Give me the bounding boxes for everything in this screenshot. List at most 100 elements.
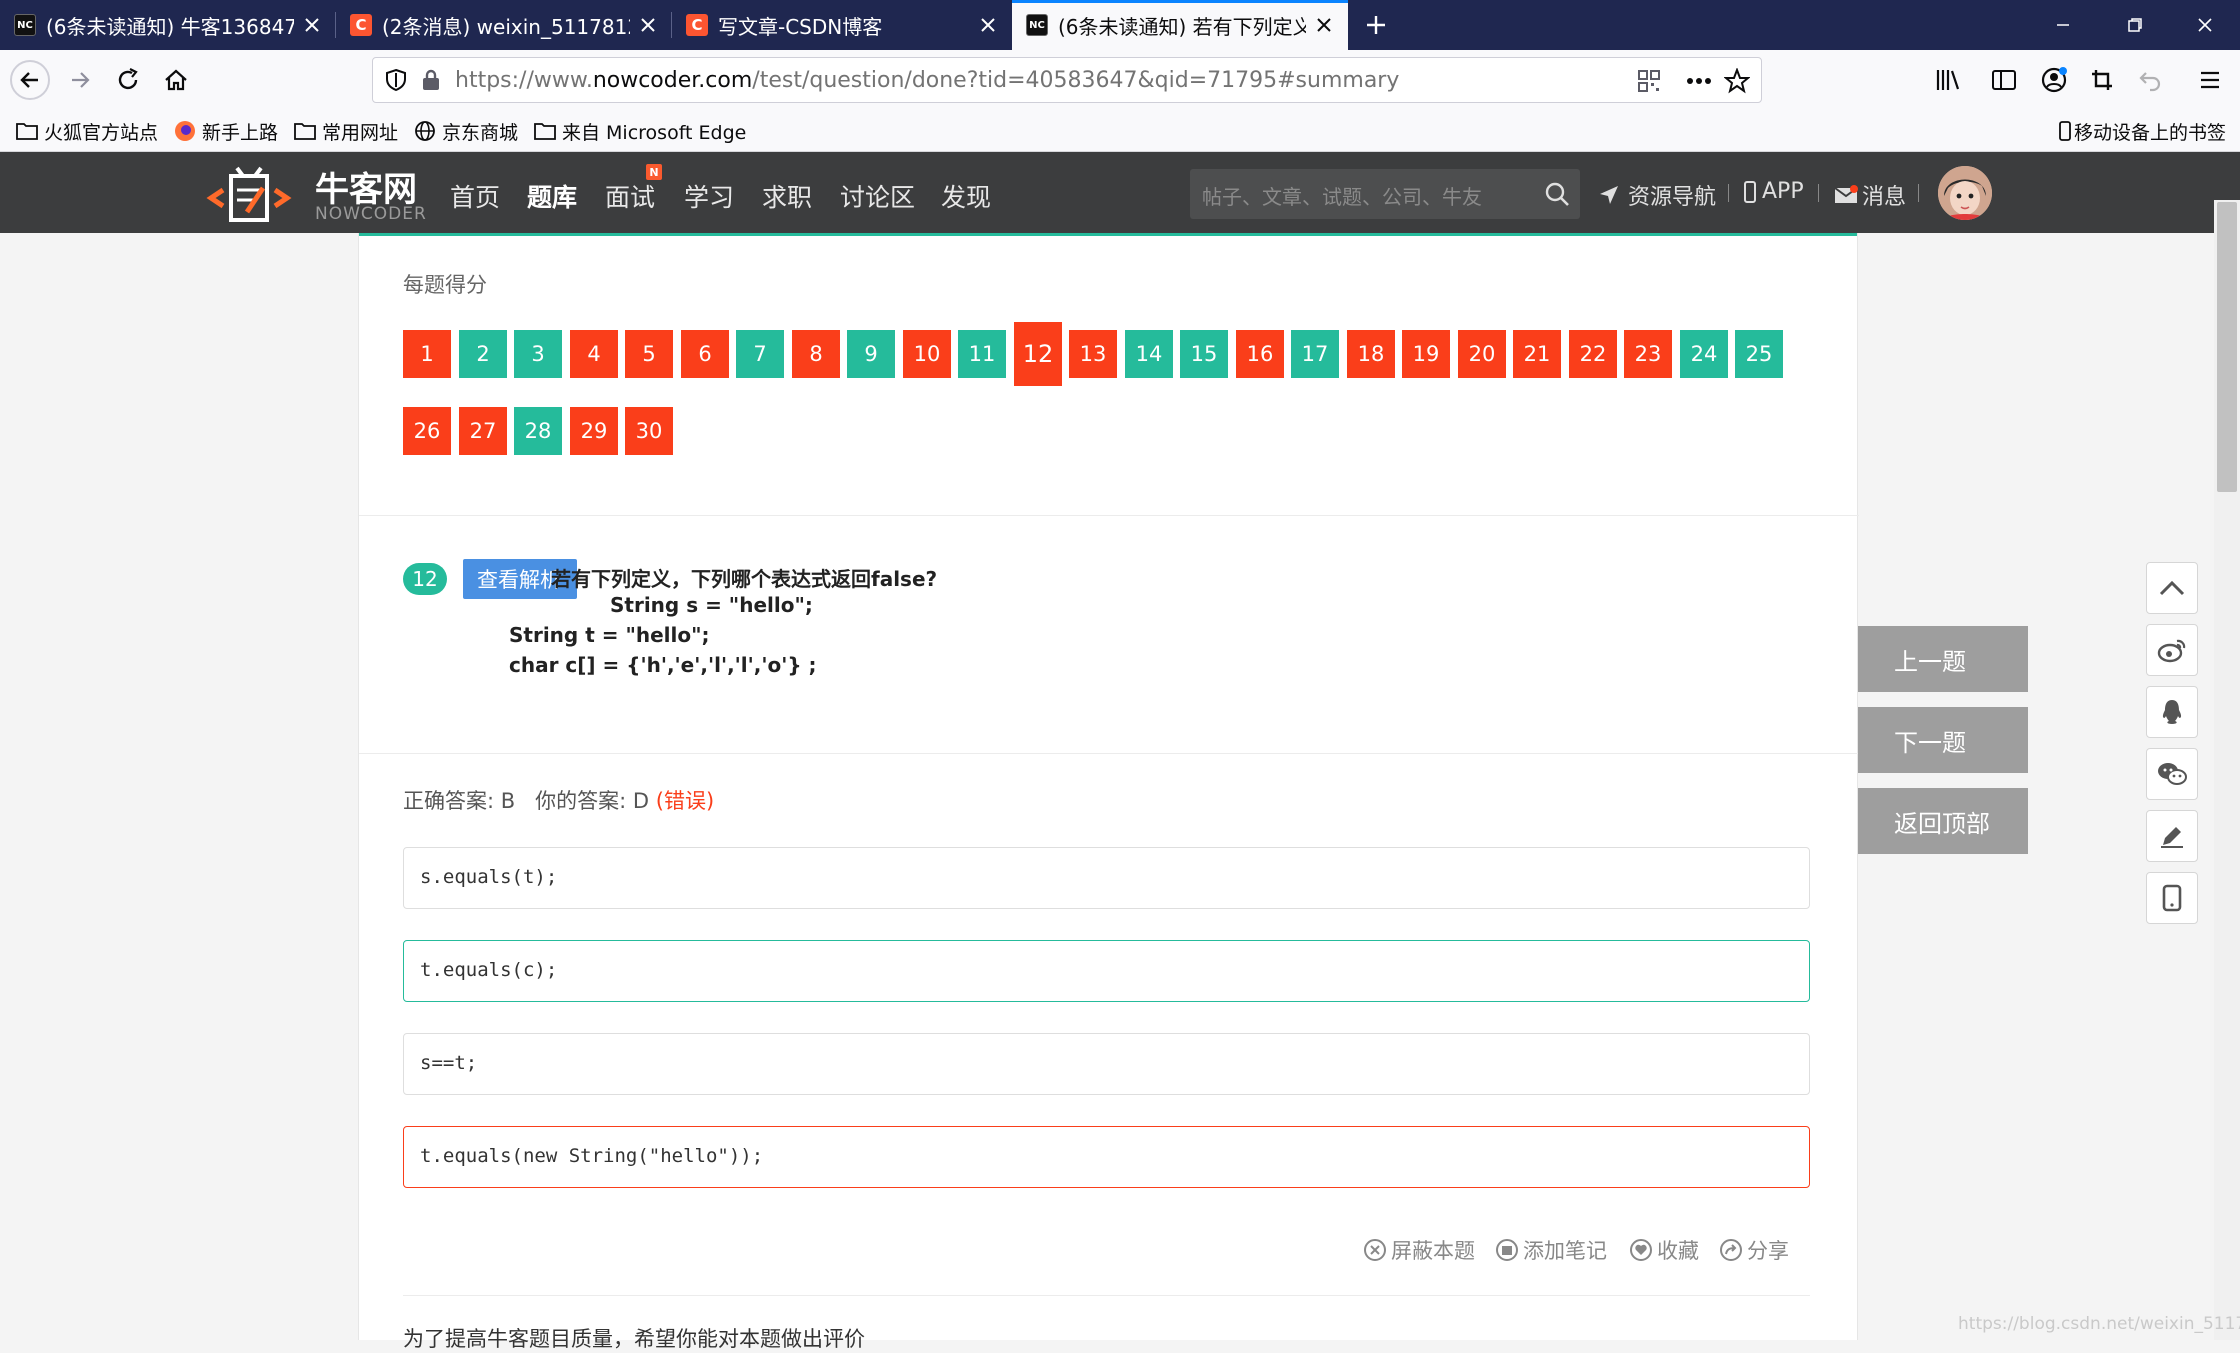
option-b[interactable]: t.equals(c);	[403, 940, 1810, 1002]
browser-tab-2[interactable]: C (2条消息) weixin_51178129的	[336, 0, 672, 50]
messages-link[interactable]: 消息	[1834, 179, 1906, 211]
qr-code-icon[interactable]	[1635, 67, 1663, 95]
question-score-item[interactable]: 13	[1069, 330, 1117, 378]
block-question-button[interactable]: 屏蔽本题	[1363, 1235, 1475, 1265]
question-score-item[interactable]: 25	[1735, 330, 1783, 378]
mobile-bookmarks[interactable]: 移动设备上的书签	[2058, 116, 2226, 146]
weibo-share-tool[interactable]	[2146, 624, 2198, 676]
window-close-icon[interactable]	[2170, 0, 2240, 50]
question-score-item[interactable]: 8	[792, 330, 840, 378]
reload-button[interactable]	[108, 60, 148, 100]
shield-icon[interactable]	[385, 68, 407, 92]
bookmark-item[interactable]: 新手上路	[174, 116, 278, 146]
account-icon[interactable]	[2034, 60, 2074, 100]
new-tab-button[interactable]	[1356, 5, 1396, 45]
close-icon[interactable]	[630, 7, 666, 43]
question-score-item[interactable]: 5	[625, 330, 673, 378]
sidebar-icon[interactable]	[1984, 60, 2024, 100]
share-button[interactable]: 分享	[1719, 1235, 1789, 1265]
question-score-item[interactable]: 6	[681, 330, 729, 378]
nowcoder-logo[interactable]: 牛客网 NOWCODER	[205, 160, 435, 226]
question-score-item[interactable]: 28	[514, 407, 562, 455]
bookmark-item[interactable]: 来自 Microsoft Edge	[534, 116, 746, 146]
minimize-icon[interactable]	[2028, 0, 2098, 50]
back-to-top-button[interactable]: 返回顶部	[1858, 788, 2028, 854]
feedback-tool[interactable]	[2146, 810, 2198, 862]
resources-link[interactable]: 资源导航	[1598, 179, 1716, 211]
search-icon[interactable]	[1544, 181, 1570, 207]
nav-home[interactable]: 首页	[450, 178, 500, 214]
question-score-item[interactable]: 14	[1125, 330, 1173, 378]
option-d[interactable]: t.equals(new String("hello"));	[403, 1126, 1810, 1188]
question-score-item[interactable]: 21	[1513, 330, 1561, 378]
close-icon[interactable]	[294, 7, 330, 43]
nav-discover[interactable]: 发现	[941, 178, 991, 214]
question-score-item[interactable]: 11	[958, 330, 1006, 378]
bookmark-star-icon[interactable]	[1723, 67, 1751, 95]
qq-share-tool[interactable]	[2146, 686, 2198, 738]
question-score-item[interactable]: 22	[1569, 330, 1617, 378]
nav-jobs[interactable]: 求职	[762, 178, 812, 214]
favorite-button[interactable]: 收藏	[1629, 1235, 1699, 1265]
phone-icon	[1744, 180, 1756, 203]
menu-icon[interactable]	[2190, 60, 2230, 100]
question-score-item[interactable]: 29	[570, 407, 618, 455]
scroll-top-tool[interactable]	[2146, 562, 2198, 614]
browser-tab-1[interactable]: NC (6条未读通知) 牛客13684798	[0, 0, 336, 50]
question-score-item[interactable]: 15	[1180, 330, 1228, 378]
question-score-item[interactable]: 7	[736, 330, 784, 378]
option-c[interactable]: s==t;	[403, 1033, 1810, 1095]
nav-study[interactable]: 学习	[684, 178, 734, 214]
site-search[interactable]: 帖子、文章、试题、公司、牛友	[1190, 169, 1580, 219]
nav-interview[interactable]: 面试	[605, 178, 655, 214]
screenshot-icon[interactable]	[2082, 60, 2122, 100]
home-button[interactable]	[156, 60, 196, 100]
browser-tab-4-active[interactable]: NC (6条未读通知) 若有下列定义，	[1012, 0, 1348, 50]
bookmark-item[interactable]: 火狐官方站点	[16, 116, 158, 146]
question-score-item[interactable]: 9	[847, 330, 895, 378]
question-score-item[interactable]: 16	[1236, 330, 1284, 378]
lock-icon[interactable]	[421, 68, 441, 92]
question-score-item[interactable]: 23	[1624, 330, 1672, 378]
question-score-item[interactable]: 24	[1680, 330, 1728, 378]
nav-forum[interactable]: 讨论区	[840, 178, 915, 214]
add-note-button[interactable]: 添加笔记	[1495, 1235, 1607, 1265]
back-button[interactable]	[10, 60, 50, 100]
question-score-item[interactable]: 20	[1458, 330, 1506, 378]
address-bar[interactable]: https://www.nowcoder.com/test/question/d…	[372, 57, 1762, 103]
option-a[interactable]: s.equals(t);	[403, 847, 1810, 909]
question-score-item[interactable]: 4	[570, 330, 618, 378]
app-link[interactable]: APP	[1744, 179, 1804, 204]
question-score-item[interactable]: 30	[625, 407, 673, 455]
mobile-app-tool[interactable]	[2146, 872, 2198, 924]
question-score-item[interactable]: 2	[459, 330, 507, 378]
next-question-button[interactable]: 下一题	[1858, 707, 2028, 773]
forward-button[interactable]	[60, 60, 100, 100]
wechat-share-tool[interactable]	[2146, 748, 2198, 800]
search-input[interactable]: 帖子、文章、试题、公司、牛友	[1202, 181, 1482, 210]
question-score-item[interactable]: 10	[903, 330, 951, 378]
question-score-current[interactable]: 12	[1014, 322, 1062, 386]
browser-tab-3[interactable]: C 写文章-CSDN博客	[672, 0, 1012, 50]
restore-icon[interactable]	[2100, 0, 2170, 50]
nav-question-bank[interactable]: 题库	[527, 178, 577, 214]
csdn-icon: C	[686, 14, 708, 36]
close-icon[interactable]	[1306, 7, 1342, 43]
bookmark-item[interactable]: 常用网址	[294, 116, 398, 146]
question-score-item[interactable]: 18	[1347, 330, 1395, 378]
question-score-item[interactable]: 19	[1402, 330, 1450, 378]
bookmark-item[interactable]: 京东商城	[414, 116, 518, 146]
user-avatar[interactable]	[1938, 166, 1992, 220]
library-icon[interactable]	[1928, 60, 1968, 100]
question-score-item[interactable]: 26	[403, 407, 451, 455]
prev-question-button[interactable]: 上一题	[1858, 626, 2028, 692]
question-score-item[interactable]: 27	[459, 407, 507, 455]
url-text[interactable]: https://www.nowcoder.com/test/question/d…	[455, 68, 1399, 93]
undo-icon[interactable]	[2130, 60, 2170, 100]
question-score-item[interactable]: 17	[1291, 330, 1339, 378]
scrollbar-thumb[interactable]	[2217, 202, 2237, 492]
close-icon[interactable]	[970, 7, 1006, 43]
more-actions-icon[interactable]	[1685, 67, 1713, 95]
question-score-item[interactable]: 1	[403, 330, 451, 378]
question-score-item[interactable]: 3	[514, 330, 562, 378]
